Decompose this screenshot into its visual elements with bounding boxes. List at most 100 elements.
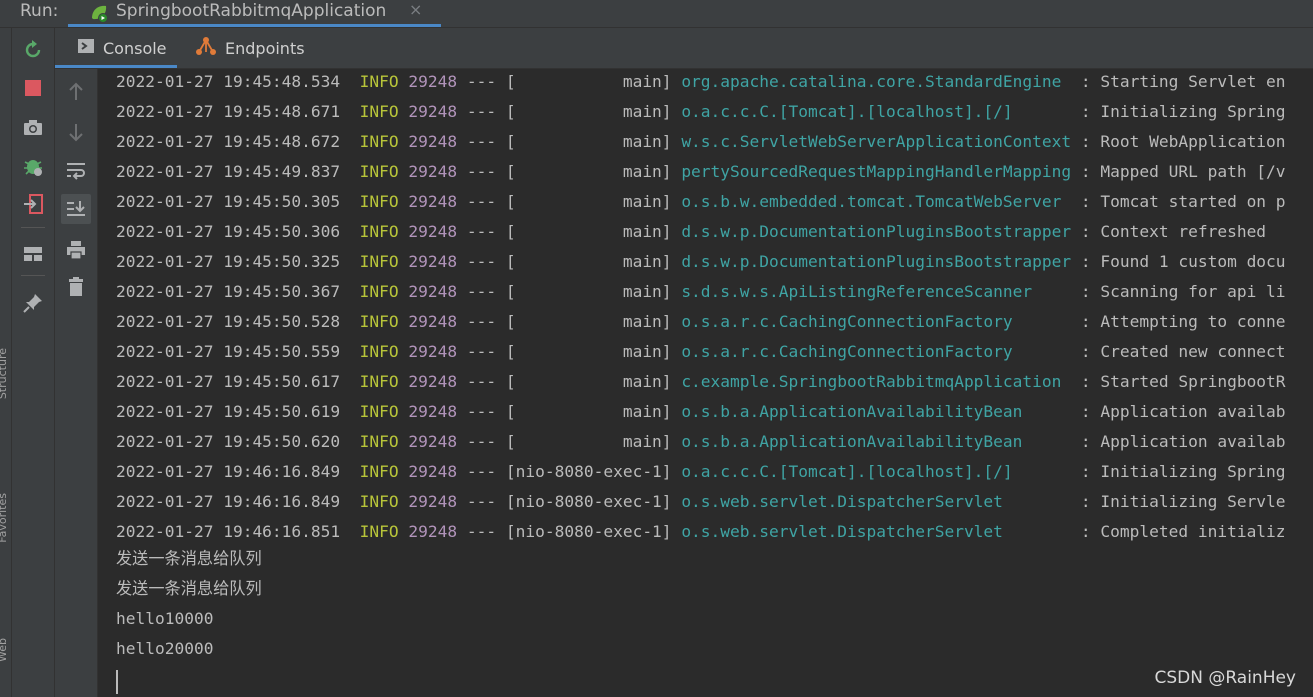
log-level: INFO bbox=[359, 402, 399, 421]
text-cursor bbox=[116, 670, 118, 694]
close-icon[interactable]: × bbox=[409, 0, 422, 20]
toolbar-separator bbox=[21, 275, 45, 276]
log-line: 2022-01-27 19:45:48.671 INFO 29248 --- [… bbox=[116, 99, 1286, 129]
structure-side-tab[interactable]: Structure bbox=[0, 348, 9, 399]
log-ts: 2022-01-27 19:45:48.534 bbox=[116, 72, 341, 91]
tab-endpoints[interactable]: Endpoints bbox=[195, 28, 305, 68]
log-logger: d.s.w.p.DocumentationPluginsBootstrapper bbox=[681, 252, 1072, 271]
pin-icon[interactable] bbox=[20, 290, 46, 316]
soft-wrap-icon[interactable] bbox=[63, 157, 89, 183]
exit-icon[interactable] bbox=[20, 191, 46, 217]
log-logger: c.example.SpringbootRabbitmqApplication bbox=[681, 372, 1072, 391]
log-level: INFO bbox=[359, 162, 399, 181]
output-line: hello10000 bbox=[116, 609, 214, 628]
log-thread: [ main] bbox=[505, 102, 672, 121]
log-sep: --- bbox=[466, 372, 497, 391]
log-sep: --- bbox=[466, 282, 497, 301]
favorites-side-tab[interactable]: Favorites bbox=[0, 493, 9, 543]
log-ts: 2022-01-27 19:45:48.672 bbox=[116, 132, 341, 151]
log-sep: --- bbox=[466, 462, 497, 481]
active-tab-indicator bbox=[55, 65, 177, 68]
log-ts: 2022-01-27 19:45:50.620 bbox=[116, 432, 341, 451]
log-line: 2022-01-27 19:45:50.620 INFO 29248 --- [… bbox=[116, 429, 1286, 459]
log-logger: o.a.c.c.C.[Tomcat].[localhost].[/] bbox=[681, 102, 1072, 121]
log-sep: --- bbox=[466, 162, 497, 181]
log-line: 2022-01-27 19:45:50.325 INFO 29248 --- [… bbox=[116, 249, 1286, 279]
log-level: INFO bbox=[359, 222, 399, 241]
camera-icon[interactable] bbox=[20, 114, 46, 140]
log-ts: 2022-01-27 19:45:50.306 bbox=[116, 222, 341, 241]
log-msg: : Mapped URL path [/v bbox=[1071, 162, 1286, 181]
log-level: INFO bbox=[359, 132, 399, 151]
rerun-icon[interactable] bbox=[20, 37, 46, 63]
side-tool-window-strip: Structure Favorites Web bbox=[0, 28, 12, 697]
log-sep: --- bbox=[466, 492, 497, 511]
print-icon[interactable] bbox=[63, 237, 89, 263]
scroll-to-end-icon[interactable] bbox=[61, 194, 91, 224]
log-pid: 29248 bbox=[408, 72, 458, 91]
log-pid: 29248 bbox=[408, 462, 458, 481]
log-logger: o.s.a.r.c.CachingConnectionFactory bbox=[681, 342, 1072, 361]
log-pid: 29248 bbox=[408, 492, 458, 511]
log-ts: 2022-01-27 19:45:50.528 bbox=[116, 312, 341, 331]
log-ts: 2022-01-27 19:45:48.671 bbox=[116, 102, 341, 121]
log-thread: [ main] bbox=[505, 372, 672, 391]
log-sep: --- bbox=[466, 222, 497, 241]
log-logger: o.s.b.a.ApplicationAvailabilityBean bbox=[681, 402, 1072, 421]
log-msg: : Initializing Servle bbox=[1071, 492, 1286, 511]
log-thread: [ main] bbox=[505, 312, 672, 331]
log-pid: 29248 bbox=[408, 132, 458, 151]
log-pid: 29248 bbox=[408, 252, 458, 271]
log-pid: 29248 bbox=[408, 162, 458, 181]
log-line: 2022-01-27 19:45:49.837 INFO 29248 --- [… bbox=[116, 159, 1286, 189]
layout-icon[interactable] bbox=[20, 241, 46, 267]
log-sep: --- bbox=[466, 132, 497, 151]
log-thread: [nio-8080-exec-1] bbox=[505, 522, 672, 541]
console-icon bbox=[77, 37, 95, 59]
log-logger: d.s.w.p.DocumentationPluginsBootstrapper bbox=[681, 222, 1072, 241]
stop-icon[interactable] bbox=[20, 75, 46, 101]
log-pid: 29248 bbox=[408, 222, 458, 241]
debug-bug-icon[interactable] bbox=[20, 153, 46, 179]
watermark: CSDN @RainHey bbox=[1154, 668, 1296, 688]
log-level: INFO bbox=[359, 462, 399, 481]
toolbar-separator bbox=[21, 227, 45, 228]
run-label: Run: bbox=[20, 1, 59, 21]
log-msg: : Tomcat started on p bbox=[1071, 192, 1286, 211]
log-line: 2022-01-27 19:45:50.528 INFO 29248 --- [… bbox=[116, 309, 1286, 339]
log-thread: [ main] bbox=[505, 192, 672, 211]
log-thread: [ main] bbox=[505, 162, 672, 181]
log-thread: [nio-8080-exec-1] bbox=[505, 462, 672, 481]
log-msg: : Application availab bbox=[1071, 432, 1286, 451]
log-msg: : Initializing Spring bbox=[1071, 462, 1286, 481]
tab-console[interactable]: Console bbox=[55, 28, 177, 68]
console-tab-bar: Console Endpoints bbox=[55, 28, 1313, 69]
console-output[interactable]: 2022-01-27 19:45:48.534 INFO 29248 --- [… bbox=[98, 69, 1313, 697]
log-line: 2022-01-27 19:45:50.617 INFO 29248 --- [… bbox=[116, 369, 1286, 399]
tab-console-label: Console bbox=[103, 38, 167, 58]
run-tab[interactable]: SpringbootRabbitmqApplication × bbox=[68, 0, 441, 27]
log-sep: --- bbox=[466, 312, 497, 331]
log-thread: [ main] bbox=[505, 402, 672, 421]
log-msg: : Attempting to conne bbox=[1071, 312, 1286, 331]
down-arrow-icon[interactable] bbox=[63, 119, 89, 145]
log-thread: [ main] bbox=[505, 342, 672, 361]
trash-icon[interactable] bbox=[63, 274, 89, 300]
log-line: 2022-01-27 19:45:50.306 INFO 29248 --- [… bbox=[116, 219, 1266, 249]
log-thread: [nio-8080-exec-1] bbox=[505, 492, 672, 511]
log-level: INFO bbox=[359, 192, 399, 211]
console-toolbar bbox=[55, 69, 98, 697]
log-level: INFO bbox=[359, 282, 399, 301]
log-line: 2022-01-27 19:45:50.619 INFO 29248 --- [… bbox=[116, 399, 1286, 429]
log-msg: : Found 1 custom docu bbox=[1071, 252, 1286, 271]
web-side-tab[interactable]: Web bbox=[0, 638, 9, 662]
log-sep: --- bbox=[466, 192, 497, 211]
log-pid: 29248 bbox=[408, 522, 458, 541]
log-sep: --- bbox=[466, 102, 497, 121]
log-logger: o.s.web.servlet.DispatcherServlet bbox=[681, 522, 1072, 541]
up-arrow-icon[interactable] bbox=[63, 79, 89, 105]
log-ts: 2022-01-27 19:45:50.617 bbox=[116, 372, 341, 391]
log-msg: : Starting Servlet en bbox=[1071, 72, 1286, 91]
log-sep: --- bbox=[466, 342, 497, 361]
log-level: INFO bbox=[359, 102, 399, 121]
